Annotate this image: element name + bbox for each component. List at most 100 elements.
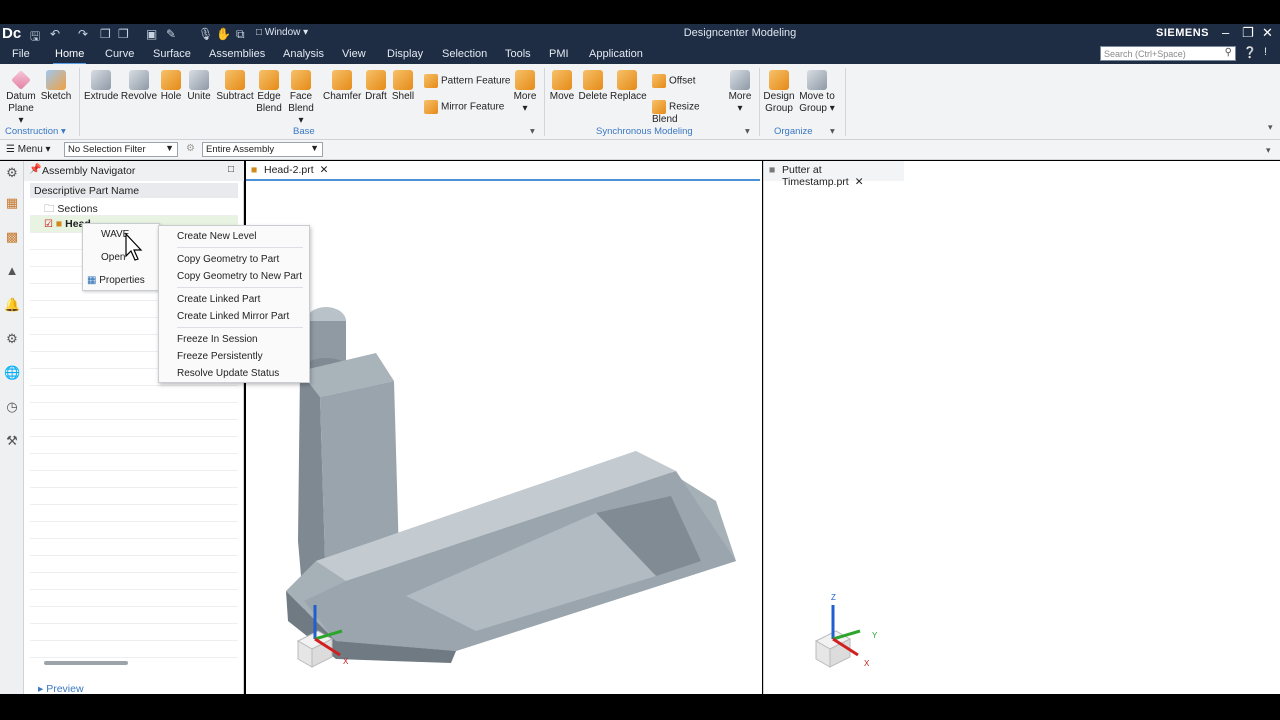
tab-head-2[interactable]: ■ Head-2.prt ✕ (246, 161, 338, 181)
design-group-button[interactable]: Design Group (763, 70, 795, 115)
settings-icon[interactable]: ⚙ (4, 165, 20, 181)
face-blend-icon (291, 70, 311, 90)
hole-button[interactable]: Hole (159, 70, 183, 103)
sketch-button[interactable]: Sketch (40, 70, 72, 103)
web-browser-icon[interactable]: 🌐 (4, 365, 20, 381)
subtract-button[interactable]: Subtract (216, 70, 254, 103)
microphone-icon[interactable]: 🎙 (198, 27, 213, 41)
menu-item-create-linked-part[interactable]: Create Linked Part (177, 294, 260, 305)
edit-icon[interactable]: ✎ (166, 27, 176, 41)
menu-item-copy-geometry-to-new-part[interactable]: Copy Geometry to New Part (177, 271, 302, 282)
selection-scope-dropdown[interactable]: Entire Assembly ▼ (202, 142, 323, 157)
offset-button[interactable]: Offset (652, 74, 722, 88)
window-switch-icon[interactable]: ⧉ (236, 27, 245, 42)
tab-home[interactable]: Home (52, 48, 87, 65)
close-tab-icon[interactable]: ✕ (855, 176, 864, 188)
move-button[interactable]: Move (548, 70, 576, 103)
menu-button[interactable]: ☰ Menu ▾ (6, 144, 51, 155)
alert-icon[interactable]: ! (1264, 46, 1267, 58)
menu-item-freeze-in-session[interactable]: Freeze In Session (177, 334, 258, 345)
tab-tools[interactable]: Tools (505, 48, 531, 60)
search-input[interactable]: Search (Ctrl+Space) ⚲ (1100, 46, 1236, 61)
roles-icon[interactable]: ⚒ (4, 433, 20, 449)
tree-row (30, 590, 238, 607)
menu-item-freeze-persistently[interactable]: Freeze Persistently (177, 351, 263, 362)
tab-display[interactable]: Display (387, 48, 423, 60)
pin-icon[interactable]: 📌 (29, 164, 41, 175)
mirror-feature-button[interactable]: Mirror Feature (424, 100, 514, 114)
more-base-button[interactable]: More ▾ (512, 70, 538, 115)
selection-filter-dropdown[interactable]: No Selection Filter ▼ (64, 142, 178, 157)
tab-curve[interactable]: Curve (105, 48, 134, 60)
tab-analysis[interactable]: Analysis (283, 48, 324, 60)
group-sync-expand[interactable]: ▾ (745, 126, 750, 137)
copy-icon[interactable]: ❐ (100, 27, 111, 41)
tab-assemblies[interactable]: Assemblies (209, 48, 265, 60)
filter-icon[interactable]: ⚙ (186, 143, 195, 154)
graphics-window-head[interactable]: ■ Head-2.prt ✕ X (246, 161, 762, 694)
cut-icon[interactable]: ❐ (118, 27, 129, 41)
restore-icon[interactable]: ❐ (1242, 25, 1254, 41)
ribbon-collapse-icon[interactable]: ▾ (1268, 122, 1273, 133)
move-to-group-button[interactable]: Move to Group ▾ (797, 70, 837, 115)
tree-row-sections[interactable]: 🗀 Sections (30, 199, 238, 216)
reuse-library-icon[interactable]: ⚙ (4, 331, 20, 347)
notification-icon[interactable]: 🔔 (4, 297, 20, 313)
paste-icon[interactable]: ▣ (146, 27, 157, 41)
chamfer-button[interactable]: Chamfer (323, 70, 361, 103)
more-sync-button[interactable]: More ▾ (726, 70, 754, 115)
group-organize-expand[interactable]: ▾ (830, 126, 835, 137)
tab-selection[interactable]: Selection (442, 48, 487, 60)
draft-button[interactable]: Draft (363, 70, 389, 103)
close-icon[interactable]: ✕ (1262, 25, 1273, 41)
maximize-icon[interactable]: □ (228, 164, 234, 175)
delete-button[interactable]: Delete (578, 70, 608, 103)
redo-icon[interactable]: ↷ (78, 27, 88, 41)
move-icon (552, 70, 572, 90)
edge-blend-button[interactable]: Edge Blend (256, 70, 282, 115)
close-tab-icon[interactable]: ✕ (320, 164, 329, 176)
tab-file[interactable]: File (12, 48, 30, 60)
shell-button[interactable]: Shell (391, 70, 415, 103)
part-navigator-icon[interactable]: ▦ (4, 195, 20, 211)
help-icon[interactable]: ❔ (1243, 46, 1257, 59)
constraint-navigator-icon[interactable]: ▲ (4, 263, 20, 279)
menu-item-create-linked-mirror-part[interactable]: Create Linked Mirror Part (177, 311, 289, 322)
shell-icon (393, 70, 413, 90)
menu-item-create-new-level[interactable]: Create New Level (177, 231, 256, 242)
unite-button[interactable]: Unite (185, 70, 213, 103)
pattern-feature-button[interactable]: Pattern Feature (424, 74, 514, 88)
menu-item-copy-geometry-to-part[interactable]: Copy Geometry to Part (177, 254, 279, 265)
menu-item-resolve-update-status[interactable]: Resolve Update Status (177, 368, 279, 379)
tab-view[interactable]: View (342, 48, 366, 60)
tab-application[interactable]: Application (589, 48, 643, 60)
tree-row (30, 454, 238, 471)
assembly-navigator-icon[interactable]: ▩ (4, 229, 20, 245)
horizontal-scrollbar[interactable] (44, 661, 128, 665)
group-base-expand[interactable]: ▾ (530, 126, 535, 137)
group-construction[interactable]: Construction ▾ (5, 126, 66, 137)
title-bar: Dc 🖫 ↶ ↷ ❐ ❐ ▣ ✎ 🎙 ✋ ⧉ □ Window ▾ Design… (0, 24, 1280, 44)
resize-blend-button[interactable]: Resize Blend (652, 100, 726, 126)
edge-blend-icon (259, 70, 279, 90)
undo-icon[interactable]: ↶ (50, 27, 60, 41)
menu-item-properties[interactable]: ▦ Properties (87, 275, 145, 286)
extrude-button[interactable]: Extrude (84, 70, 118, 103)
datum-plane-button[interactable]: Datum Plane ▾ (6, 70, 36, 127)
column-header[interactable]: Descriptive Part Name (30, 183, 238, 198)
touch-mode-icon[interactable]: ✋ (216, 27, 231, 41)
window-menu[interactable]: □ Window ▾ (256, 27, 308, 38)
tab-pmi[interactable]: PMI (549, 48, 569, 60)
app-logo: Dc (2, 25, 22, 42)
replace-button[interactable]: Replace (610, 70, 647, 103)
revolve-button[interactable]: Revolve (120, 70, 158, 103)
unite-icon (189, 70, 209, 90)
minimize-icon[interactable]: – (1222, 25, 1229, 40)
history-icon[interactable]: ◷ (4, 399, 20, 415)
tab-surface[interactable]: Surface (153, 48, 191, 60)
face-blend-button[interactable]: Face Blend ▾ (285, 70, 317, 127)
tab-putter-at-timestamp[interactable]: ■ Putter at Timestamp.prt ✕ (764, 161, 904, 188)
checkbox-icon[interactable]: ☑ (44, 219, 53, 230)
graphics-window-putter[interactable]: ■ Putter at Timestamp.prt ✕ Z Y X (763, 161, 1280, 694)
selbar-expand-icon[interactable]: ▾ (1266, 145, 1271, 156)
